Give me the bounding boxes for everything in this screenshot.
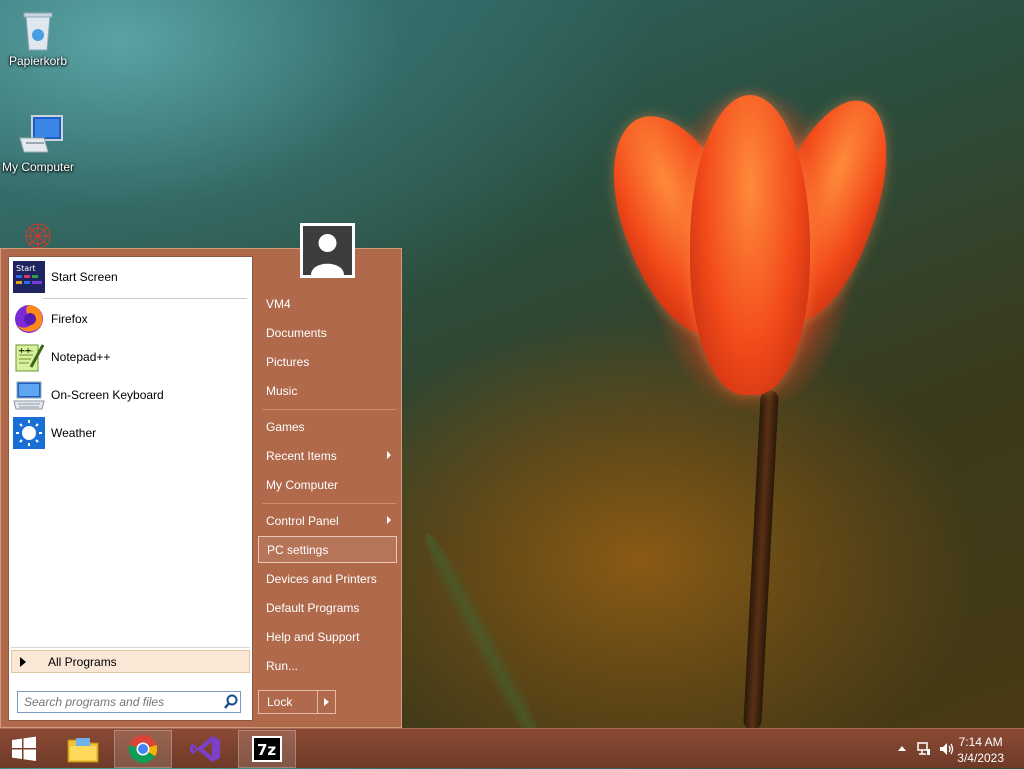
desktop-icon-recycle-bin[interactable]: Papierkorb bbox=[0, 8, 80, 68]
power-options-arrow[interactable] bbox=[318, 698, 335, 706]
program-item-on-screen-keyboard[interactable]: On-Screen Keyboard bbox=[13, 378, 249, 412]
program-label: Start Screen bbox=[51, 270, 118, 284]
menu-item-label: Run... bbox=[266, 658, 299, 673]
7zip-icon: 7z bbox=[252, 736, 282, 762]
menu-item-label: Games bbox=[266, 419, 305, 434]
folder-icon bbox=[67, 738, 99, 763]
svg-text:++: ++ bbox=[18, 346, 31, 355]
start-screen-icon: Start bbox=[13, 261, 45, 293]
menu-item-default-programs[interactable]: Default Programs bbox=[258, 594, 397, 621]
system-tray: 7:14 AM 3/4/2023 bbox=[844, 729, 1024, 769]
svg-text:7z: 7z bbox=[257, 741, 276, 759]
menu-item-documents[interactable]: Documents bbox=[258, 319, 397, 346]
search-input[interactable] bbox=[18, 694, 222, 710]
menu-item-label: VM4 bbox=[266, 296, 291, 311]
menu-item-music[interactable]: Music bbox=[258, 377, 397, 404]
windows-logo-icon bbox=[12, 736, 36, 761]
menu-item-label: PC settings bbox=[267, 542, 329, 557]
menu-separator bbox=[262, 409, 396, 410]
clock-time: 7:14 AM bbox=[958, 735, 1003, 749]
keyboard-icon bbox=[13, 379, 45, 411]
weather-icon bbox=[13, 417, 45, 449]
chevron-right-icon bbox=[324, 698, 329, 706]
taskbar-visual-studio[interactable] bbox=[176, 730, 234, 768]
menu-separator bbox=[262, 503, 396, 504]
start-search-box[interactable] bbox=[17, 691, 241, 713]
program-label: Weather bbox=[51, 426, 97, 440]
taskbar-file-explorer[interactable] bbox=[54, 730, 112, 768]
start-button[interactable] bbox=[0, 730, 48, 768]
computer-icon bbox=[18, 114, 63, 156]
menu-item-control-panel[interactable]: Control Panel bbox=[258, 507, 397, 534]
menu-item-label: My Computer bbox=[266, 477, 339, 492]
show-hidden-icons-button[interactable] bbox=[898, 746, 906, 751]
wallpaper-leaf bbox=[415, 527, 551, 753]
taskbar-chrome[interactable] bbox=[114, 730, 172, 768]
program-item-weather[interactable]: Weather bbox=[13, 416, 249, 450]
menu-item-label: Recent Items bbox=[266, 448, 337, 463]
desktop-icon-label: Papierkorb bbox=[8, 54, 68, 68]
spirograph-icon bbox=[25, 223, 51, 249]
program-item-start-screen[interactable]: Start Start Screen bbox=[13, 260, 249, 294]
menu-item-pictures[interactable]: Pictures bbox=[258, 348, 397, 375]
menu-item-vm4[interactable]: VM4 bbox=[258, 290, 397, 317]
wallpaper-tulip-stem bbox=[743, 389, 779, 731]
taskbar: 7z 7:14 AM 3/4/2023 bbox=[0, 728, 1024, 768]
user-avatar-icon bbox=[303, 226, 352, 275]
taskbar-7zip[interactable]: 7z bbox=[238, 730, 296, 768]
lock-button[interactable]: Lock bbox=[258, 690, 336, 714]
menu-item-label: Default Programs bbox=[266, 600, 360, 615]
all-programs-button[interactable]: All Programs bbox=[11, 650, 250, 673]
menu-item-label: Control Panel bbox=[266, 513, 339, 528]
menu-item-my-computer[interactable]: My Computer bbox=[258, 471, 397, 498]
desktop-icon-my-computer[interactable]: My Computer bbox=[0, 114, 80, 174]
desktop-icon-partial[interactable] bbox=[18, 214, 58, 249]
menu-item-devices-and-printers[interactable]: Devices and Printers bbox=[258, 565, 397, 592]
programs-separator bbox=[43, 298, 247, 299]
lock-button-label: Lock bbox=[267, 695, 293, 709]
clock-date: 3/4/2023 bbox=[957, 751, 1004, 765]
menu-item-label: Music bbox=[266, 383, 298, 398]
menu-item-help-and-support[interactable]: Help and Support bbox=[258, 623, 397, 650]
all-programs-label: All Programs bbox=[48, 654, 117, 669]
network-icon[interactable] bbox=[916, 741, 932, 757]
user-tile[interactable] bbox=[300, 223, 355, 278]
chrome-icon bbox=[128, 735, 158, 763]
chevron-right-icon bbox=[20, 656, 26, 667]
menu-item-recent-items[interactable]: Recent Items bbox=[258, 442, 397, 469]
submenu-arrow-icon bbox=[387, 451, 391, 459]
menu-item-games[interactable]: Games bbox=[258, 413, 397, 440]
program-label: Firefox bbox=[51, 312, 88, 326]
volume-icon[interactable] bbox=[938, 741, 956, 757]
menu-item-label: Documents bbox=[266, 325, 327, 340]
desktop-icon-label: My Computer bbox=[1, 160, 75, 174]
notepad-plus-icon: ++ bbox=[13, 341, 45, 373]
start-menu-programs-pane: Start Start Screen Firefox ++ Notepad++ bbox=[8, 256, 253, 721]
search-icon[interactable] bbox=[222, 693, 240, 711]
all-programs-separator bbox=[11, 647, 250, 648]
program-item-notepad-plus-plus[interactable]: ++ Notepad++ bbox=[13, 340, 249, 374]
menu-item-run[interactable]: Run... bbox=[258, 652, 397, 679]
submenu-arrow-icon bbox=[387, 516, 391, 524]
svg-text:Start: Start bbox=[16, 264, 36, 273]
menu-item-label: Pictures bbox=[266, 354, 310, 369]
menu-item-pc-settings[interactable]: PC settings bbox=[258, 536, 397, 563]
program-item-firefox[interactable]: Firefox bbox=[13, 302, 249, 336]
clock[interactable]: 7:14 AM 3/4/2023 bbox=[957, 734, 1004, 766]
menu-item-label: Help and Support bbox=[266, 629, 360, 644]
wallpaper-tulip-petal bbox=[690, 95, 810, 395]
visual-studio-icon bbox=[190, 736, 220, 762]
program-label: Notepad++ bbox=[51, 350, 111, 364]
firefox-icon bbox=[13, 303, 45, 335]
menu-item-label: Devices and Printers bbox=[266, 571, 377, 586]
program-label: On-Screen Keyboard bbox=[51, 388, 164, 402]
recycle-bin-icon bbox=[18, 8, 58, 51]
